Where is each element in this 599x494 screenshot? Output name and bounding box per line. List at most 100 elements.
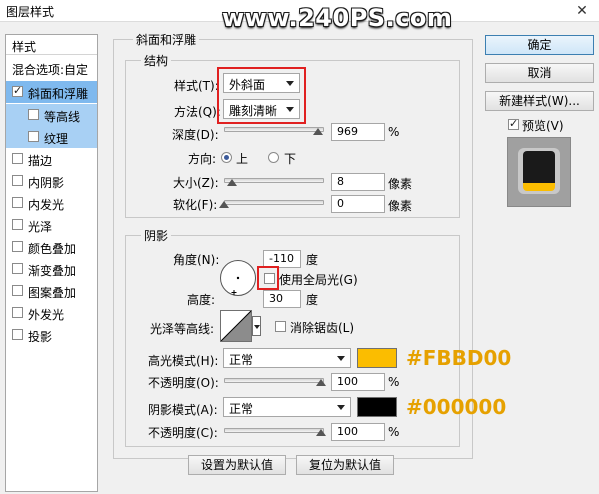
- make-default-button[interactable]: 设置为默认值: [188, 455, 286, 475]
- highlight-mode-value: 正常: [229, 353, 254, 367]
- highlight-color-swatch[interactable]: [357, 348, 397, 368]
- style-item-bevel[interactable]: 斜面和浮雕: [6, 81, 97, 103]
- size-input[interactable]: 8: [331, 173, 385, 191]
- style-item-label: 描边: [28, 154, 53, 168]
- shadow-mode-value: 正常: [229, 402, 254, 416]
- direction-down-radio[interactable]: [268, 152, 279, 163]
- bevel-checkbox[interactable]: [12, 84, 23, 97]
- preview-checkbox[interactable]: [508, 117, 519, 130]
- style-item-label: 光泽: [28, 220, 53, 234]
- altitude-input[interactable]: 30: [263, 290, 301, 308]
- soften-slider[interactable]: [224, 200, 324, 205]
- shadow-opacity-input[interactable]: 100: [331, 423, 385, 441]
- watermark: www.240PS.com: [222, 4, 453, 32]
- direction-up-radio[interactable]: [221, 152, 232, 163]
- pattern-overlay-checkbox[interactable]: [12, 285, 23, 296]
- depth-input[interactable]: 969: [331, 123, 385, 141]
- color-overlay-checkbox[interactable]: [12, 241, 23, 252]
- highlight-opacity-input[interactable]: 100: [331, 373, 385, 391]
- chevron-down-icon: [254, 325, 260, 329]
- size-slider-thumb[interactable]: [227, 179, 237, 186]
- stroke-checkbox[interactable]: [12, 153, 23, 164]
- highlight-mode-label: 高光模式(H):: [148, 354, 219, 368]
- style-item-contour[interactable]: 等高线: [6, 104, 97, 126]
- shadow-mode-select[interactable]: 正常: [223, 397, 351, 417]
- preview-label: 预览(V): [522, 119, 564, 133]
- style-item-label: 等高线: [44, 110, 81, 124]
- gloss-contour-label: 光泽等高线:: [150, 322, 215, 336]
- depth-slider-thumb[interactable]: [313, 128, 323, 135]
- cancel-button[interactable]: 取消: [485, 63, 594, 83]
- style-item-label: 内发光: [28, 198, 65, 212]
- styles-panel: 样式 混合选项:自定 斜面和浮雕 等高线 纹理 描边 内阴影 内发光 光泽 颜色…: [5, 34, 98, 492]
- style-item-outer-glow[interactable]: 外发光: [6, 302, 97, 324]
- angle-unit: 度: [306, 253, 319, 267]
- blend-options-item[interactable]: 混合选项:自定: [6, 57, 97, 79]
- shadow-color-annotation: #000000: [406, 395, 507, 419]
- style-item-satin[interactable]: 光泽: [6, 214, 97, 236]
- contour-checkbox[interactable]: [28, 109, 39, 120]
- highlight-box-global-light: [257, 266, 279, 290]
- depth-unit: %: [388, 125, 400, 139]
- style-item-label: 内阴影: [28, 176, 65, 190]
- soften-unit: 像素: [388, 199, 413, 213]
- chevron-down-icon: [337, 356, 345, 361]
- shading-title: 阴影: [141, 227, 172, 244]
- shadow-color-swatch[interactable]: [357, 397, 397, 417]
- reset-default-button[interactable]: 复位为默认值: [296, 455, 394, 475]
- style-item-pattern-overlay[interactable]: 图案叠加: [6, 280, 97, 302]
- highlight-mode-select[interactable]: 正常: [223, 348, 351, 368]
- bevel-group-title: 斜面和浮雕: [133, 31, 200, 48]
- style-item-inner-shadow[interactable]: 内阴影: [6, 170, 97, 192]
- ok-button[interactable]: 确定: [485, 35, 594, 55]
- style-item-gradient-overlay[interactable]: 渐变叠加: [6, 258, 97, 280]
- antialias-label: 消除锯齿(L): [290, 321, 355, 335]
- shadow-opacity-thumb[interactable]: [316, 429, 326, 436]
- highlight-color-annotation: #FBBD00: [406, 346, 512, 370]
- gloss-contour-picker[interactable]: [220, 310, 252, 342]
- highlight-opacity-label: 不透明度(O):: [148, 376, 219, 390]
- size-unit: 像素: [388, 177, 413, 191]
- chevron-down-icon: [337, 405, 345, 410]
- style-item-label: 纹理: [44, 132, 69, 146]
- depth-slider[interactable]: [224, 127, 324, 132]
- style-item-texture[interactable]: 纹理: [6, 126, 97, 148]
- size-slider[interactable]: [224, 178, 324, 183]
- angle-dial[interactable]: [219, 259, 257, 297]
- highlight-box-structure: [217, 67, 306, 124]
- global-light-label: 使用全局光(G): [279, 273, 358, 287]
- shadow-opacity-label: 不透明度(C):: [148, 426, 218, 440]
- satin-checkbox[interactable]: [12, 219, 23, 230]
- style-item-label: 渐变叠加: [28, 264, 77, 278]
- contour-preview-icon: [220, 310, 252, 342]
- highlight-opacity-thumb[interactable]: [316, 379, 326, 386]
- gradient-overlay-checkbox[interactable]: [12, 263, 23, 274]
- close-icon[interactable]: ✕: [571, 2, 593, 20]
- inner-shadow-checkbox[interactable]: [12, 175, 23, 186]
- new-style-button[interactable]: 新建样式(W)...: [485, 91, 594, 111]
- style-item-inner-glow[interactable]: 内发光: [6, 192, 97, 214]
- shadow-mode-label: 阴影模式(A):: [148, 403, 218, 417]
- style-item-drop-shadow[interactable]: 投影: [6, 324, 97, 346]
- highlight-opacity-slider[interactable]: [224, 378, 324, 383]
- drop-shadow-checkbox[interactable]: [12, 329, 23, 340]
- style-item-label: 投影: [28, 330, 53, 344]
- gloss-contour-dropdown[interactable]: [252, 316, 261, 336]
- direction-down-label: 下: [284, 152, 297, 166]
- shadow-opacity-slider[interactable]: [224, 428, 324, 433]
- style-item-stroke[interactable]: 描边: [6, 148, 97, 170]
- window-title: 图层样式: [6, 5, 55, 19]
- style-preview: [507, 137, 571, 207]
- preview-swatch-highlight: [523, 183, 555, 191]
- soften-input[interactable]: 0: [331, 195, 385, 213]
- inner-glow-checkbox[interactable]: [12, 197, 23, 208]
- size-label: 大小(Z):: [173, 176, 219, 190]
- outer-glow-checkbox[interactable]: [12, 307, 23, 318]
- antialias-checkbox[interactable]: [275, 321, 286, 332]
- direction-up-label: 上: [236, 152, 249, 166]
- texture-checkbox[interactable]: [28, 131, 39, 142]
- structure-title: 结构: [141, 52, 172, 69]
- style-item-label: 外发光: [28, 308, 65, 322]
- style-item-color-overlay[interactable]: 颜色叠加: [6, 236, 97, 258]
- soften-slider-thumb[interactable]: [219, 201, 229, 208]
